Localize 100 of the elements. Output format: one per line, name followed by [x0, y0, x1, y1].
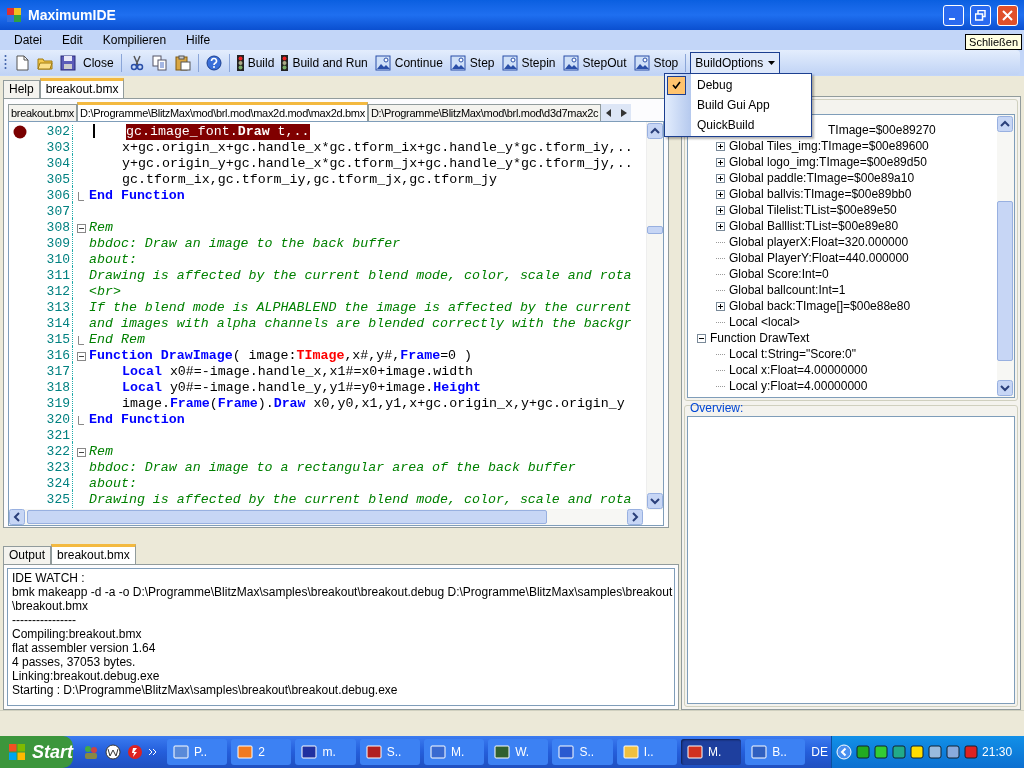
- tree-item[interactable]: Global Tiles_img:TImage=$00e89600: [729, 137, 929, 155]
- tree-item[interactable]: Function DrawText: [710, 329, 810, 347]
- menu-item[interactable]: Kompilieren: [94, 31, 175, 49]
- tree-item[interactable]: Global playerX:Float=320.000000: [729, 233, 909, 251]
- tray-expand-icon: [836, 744, 853, 760]
- tree-item[interactable]: Global Score:Int=0: [729, 265, 829, 283]
- code-token: Rem: [89, 220, 113, 236]
- window-icon: [173, 744, 189, 760]
- picture-icon: [562, 54, 579, 71]
- debug-tree[interactable]: [687, 114, 1015, 398]
- code-token: ( image:: [232, 348, 297, 364]
- taskbar-button[interactable]: M.: [680, 739, 742, 765]
- minimize-button[interactable]: [943, 4, 964, 26]
- code-token: and images with alpha channels are blended correctly with the backgr: [89, 316, 632, 332]
- scroll-thumb[interactable]: [647, 226, 663, 234]
- tree-item[interactable]: Global paddle:TImage=$00e89a10: [729, 169, 915, 187]
- tab[interactable]: breakout.bmx: [39, 78, 125, 98]
- step-button[interactable]: Step: [446, 51, 498, 74]
- restore-button[interactable]: [970, 4, 991, 26]
- tree-item[interactable]: Global Tilelist:TList=$00e89e50: [729, 201, 897, 219]
- file-tab[interactable]: D:\Programme\BlitzMax\mod\brl.mod\max2d.mod\max2d.bmx: [77, 102, 368, 121]
- language-indicator[interactable]: DE: [811, 743, 829, 761]
- line-number: 316: [31, 346, 73, 366]
- tray-icon: [892, 745, 907, 759]
- window-icon: [622, 744, 639, 760]
- windows-logo-icon: [8, 743, 26, 761]
- tree-item[interactable]: Global ballcount:Int=1: [729, 281, 846, 299]
- close-file-button[interactable]: Close: [80, 51, 117, 74]
- close-button[interactable]: [997, 4, 1018, 26]
- taskbar-button[interactable]: B..: [745, 739, 806, 765]
- taskbar-button[interactable]: S..: [359, 739, 420, 765]
- line-number: 311: [31, 266, 73, 286]
- code-token: bbdoc: Draw an image to a rectangular area of the back buffer: [89, 460, 576, 476]
- menu-item[interactable]: Edit: [54, 31, 91, 49]
- output-line: Compiling:breakout.bmx: [12, 627, 143, 641]
- build-options-dropdown[interactable]: BuildOptions: [690, 51, 781, 74]
- picture-icon: [449, 54, 466, 71]
- horizontal-scrollbar[interactable]: [9, 509, 643, 525]
- code-token: Frame: [169, 396, 210, 412]
- traffic-light-icon: [236, 54, 244, 71]
- code-token: TImage: [296, 348, 345, 364]
- taskbar-button[interactable]: W.: [488, 739, 549, 765]
- step-in-button[interactable]: Stepin: [498, 51, 559, 74]
- output-line: IDE WATCH :: [12, 571, 86, 585]
- tree-item[interactable]: Global PlayerY:Float=440.000000: [729, 249, 909, 267]
- tree-item[interactable]: Local y:Float=4.00000000: [729, 377, 868, 395]
- scroll-thumb[interactable]: [27, 510, 547, 524]
- scroll-down-icon: [997, 380, 1013, 396]
- file-tab[interactable]: D:\Programme\BlitzMax\mod\brl.mod\d3d7max2c: [367, 104, 602, 121]
- tree-item[interactable]: Global back:TImage[]=$00e88e80: [729, 297, 911, 315]
- vertical-scrollbar[interactable]: [997, 115, 1014, 397]
- taskbar-button[interactable]: 2: [231, 739, 292, 765]
- output-line: \breakout.bmx: [12, 599, 90, 613]
- scroll-up-icon: [647, 123, 663, 139]
- tree-item[interactable]: Local t:String="Score:0": [729, 345, 856, 363]
- scroll-down-icon: [647, 493, 663, 509]
- build-button[interactable]: Build: [233, 51, 278, 74]
- stop-button[interactable]: Stop: [630, 51, 682, 74]
- window-icon: [686, 744, 703, 760]
- output-line: 4 passes, 37053 bytes.: [12, 655, 137, 669]
- menu-item[interactable]: Debug: [665, 75, 811, 95]
- tab[interactable]: Help: [3, 80, 40, 98]
- taskbar-button[interactable]: P..: [167, 739, 228, 765]
- step-out-button[interactable]: StepOut: [559, 51, 630, 74]
- line-number: 315: [31, 330, 73, 350]
- picture-icon: [633, 54, 650, 71]
- tree-item[interactable]: Local <local>: [729, 313, 800, 331]
- tab[interactable]: Output: [3, 546, 52, 564]
- window-icon: [429, 744, 446, 760]
- flash-icon: [127, 744, 143, 760]
- picture-icon: [501, 54, 518, 71]
- tree-item[interactable]: Global logo_img:TImage=$00e89d50: [729, 153, 927, 171]
- tree-item[interactable]: TImage=$00e89270: [828, 121, 936, 139]
- text-cursor: [93, 124, 95, 138]
- taskbar-button[interactable]: m.: [295, 739, 356, 765]
- tree-item[interactable]: Local x:Float=4.00000000: [729, 361, 868, 379]
- app-icon: [6, 7, 22, 23]
- menu-item[interactable]: Datei: [6, 31, 50, 49]
- line-number: 314: [31, 314, 73, 334]
- file-tab[interactable]: breakout.bmx: [8, 104, 78, 121]
- taskbar-button[interactable]: S..: [552, 739, 613, 765]
- menu-item[interactable]: Hilfe: [178, 31, 219, 49]
- scroll-thumb[interactable]: [997, 201, 1013, 361]
- taskbar-button[interactable]: M.: [423, 739, 485, 765]
- taskbar-button[interactable]: I..: [616, 739, 677, 765]
- menu-item[interactable]: Build Gui App: [665, 95, 811, 115]
- code-token: image.: [122, 396, 170, 412]
- window-icon: [301, 744, 318, 760]
- window-icon: [365, 744, 382, 760]
- tree-item[interactable]: Global Balllist:TList=$00e89e80: [729, 217, 899, 235]
- continue-button[interactable]: Continue: [371, 51, 446, 74]
- code-token: End Function: [89, 412, 185, 428]
- line-number: 312: [31, 282, 73, 302]
- vertical-scrollbar[interactable]: [646, 122, 663, 510]
- code-token: (: [209, 396, 218, 412]
- tab[interactable]: breakout.bmx: [51, 544, 136, 564]
- menu-item[interactable]: QuickBuild: [665, 115, 811, 135]
- clipboard-icon: [174, 54, 191, 71]
- build-run-button[interactable]: Build and Run: [278, 51, 371, 74]
- tree-item[interactable]: Global ballvis:TImage=$00e89bb0: [729, 185, 912, 203]
